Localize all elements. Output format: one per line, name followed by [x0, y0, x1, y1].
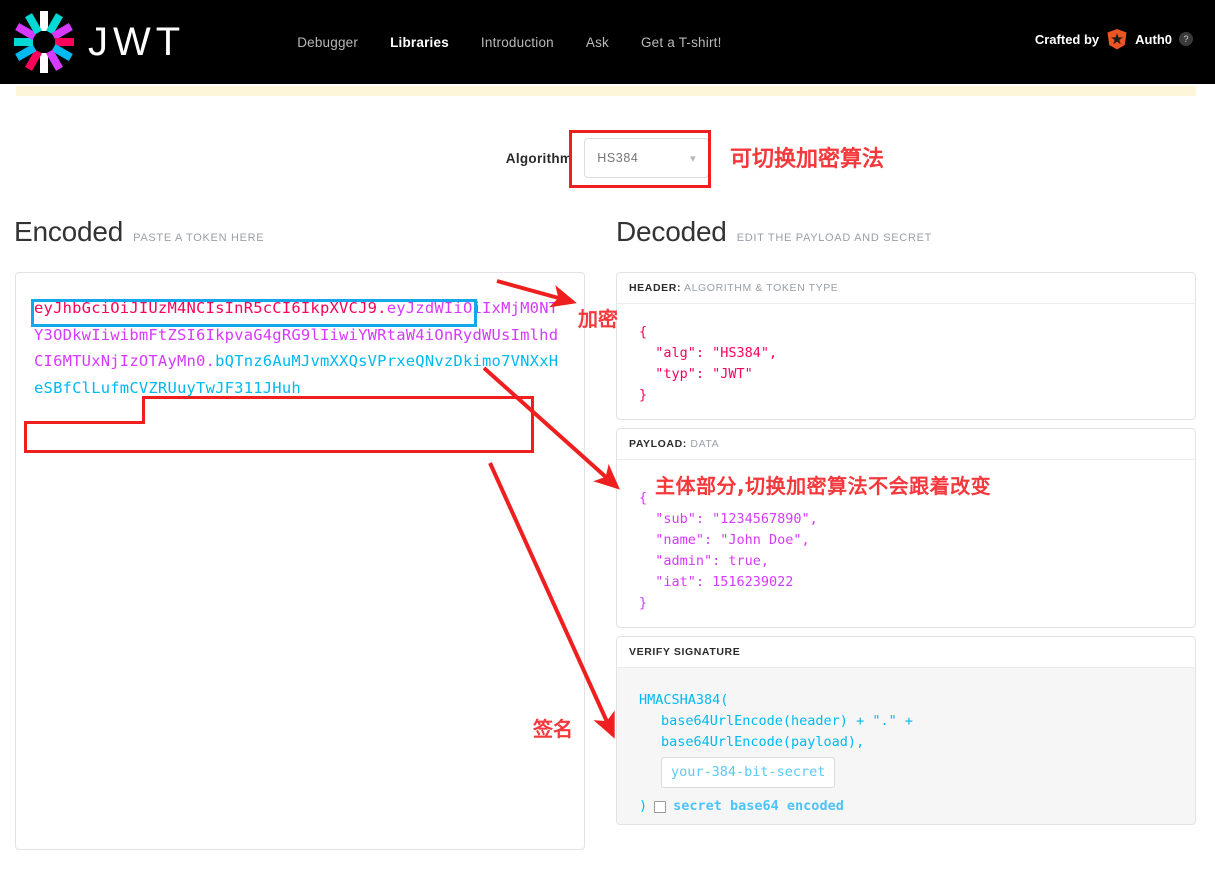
- algorithm-selected-value: HS384: [597, 151, 639, 165]
- auth0-logo-icon: [1106, 28, 1128, 50]
- decoded-header-section: HEADER: ALGORITHM & TOKEN TYPE { "alg": …: [616, 272, 1196, 420]
- encoded-token-input[interactable]: eyJhbGciOiJIUzM4NCIsInR5cCI6IkpXVCJ9.eyJ…: [15, 272, 585, 850]
- secret-input[interactable]: your-384-bit-secret: [661, 757, 836, 788]
- jwt-wordmark: JWT: [88, 20, 186, 64]
- encoded-section-title: Encoded PASTE A TOKEN HERE: [14, 216, 264, 248]
- decoded-payload-sublabel: DATA: [690, 438, 720, 450]
- annotation-text-payload: 主体部分,切换加密算法不会跟着改变: [655, 474, 992, 498]
- decoded-payload-label: PAYLOAD:: [629, 438, 687, 450]
- token-header-segment: eyJhbGciOiJIUzM4NCIsInR5cCI6IkpXVCJ9: [34, 299, 378, 317]
- auth0-label: Auth0: [1135, 31, 1172, 47]
- crafted-by-auth0[interactable]: Crafted by Auth0 ?: [1035, 28, 1193, 50]
- annotation-text-encrypt: 加密: [578, 307, 618, 331]
- nav-item-debugger[interactable]: Debugger: [297, 35, 358, 50]
- algorithm-label: Algorithm: [505, 150, 573, 166]
- brand-logo[interactable]: JWT: [13, 11, 186, 73]
- main-navigation: Debugger Libraries Introduction Ask Get …: [297, 35, 721, 50]
- decoded-signature-label-row: VERIFY SIGNATURE: [617, 637, 1195, 668]
- encoded-heading: Encoded: [14, 216, 124, 247]
- decoded-header-label: HEADER:: [629, 282, 682, 294]
- base64-encoded-checkbox[interactable]: [654, 800, 667, 813]
- algorithm-select[interactable]: HS384 ▾: [584, 138, 710, 178]
- nav-item-ask[interactable]: Ask: [586, 35, 609, 50]
- decoded-payload-section: PAYLOAD: DATA { "sub": "1234567890", "na…: [616, 428, 1196, 628]
- nav-item-libraries[interactable]: Libraries: [390, 35, 449, 50]
- signature-footer-row: ) secret base64 encoded: [639, 796, 1173, 817]
- encoded-subheading: PASTE A TOKEN HERE: [133, 232, 265, 244]
- jwt-token-text: eyJhbGciOiJIUzM4NCIsInR5cCI6IkpXVCJ9.eyJ…: [34, 295, 566, 401]
- signature-line-3: base64UrlEncode(payload),: [661, 734, 865, 750]
- decoded-section-title: Decoded EDIT THE PAYLOAD AND SECRET: [616, 216, 932, 248]
- decoded-header-json[interactable]: { "alg": "HS384", "typ": "JWT" }: [617, 304, 1195, 419]
- decoded-payload-label-row: PAYLOAD: DATA: [617, 429, 1195, 460]
- annotation-text-signature: 签名: [533, 717, 573, 741]
- algorithm-row: Algorithm HS384 ▾: [0, 138, 1215, 178]
- notice-strip: [16, 86, 1196, 96]
- annotation-text-algorithm: 可切换加密算法: [730, 147, 885, 172]
- decoded-header-sublabel: ALGORITHM & TOKEN TYPE: [684, 282, 839, 294]
- decoded-signature-label: VERIFY SIGNATURE: [629, 646, 741, 658]
- top-header-bar: JWT Debugger Libraries Introduction Ask …: [0, 0, 1215, 84]
- decoded-header-label-row: HEADER: ALGORITHM & TOKEN TYPE: [617, 273, 1195, 304]
- decoded-signature-body: HMACSHA384( base64UrlEncode(header) + "."…: [617, 668, 1195, 824]
- crafted-by-label: Crafted by: [1034, 31, 1100, 47]
- signature-line-1: HMACSHA384(: [639, 692, 729, 708]
- question-mark-icon[interactable]: ?: [1179, 32, 1193, 46]
- token-separator-2: .: [205, 352, 216, 371]
- close-paren: ): [639, 798, 648, 814]
- decoded-heading: Decoded: [616, 216, 727, 247]
- chevron-down-icon: ▾: [690, 152, 697, 165]
- decoded-signature-section: VERIFY SIGNATURE HMACSHA384( base64UrlEnc…: [616, 636, 1196, 825]
- base64-encoded-label: secret base64 encoded: [673, 798, 844, 814]
- nav-item-introduction[interactable]: Introduction: [481, 35, 554, 50]
- signature-line-2: base64UrlEncode(header) + "." +: [661, 713, 913, 729]
- nav-item-get-a-tshirt[interactable]: Get a T-shirt!: [641, 35, 722, 50]
- token-separator-1: .: [377, 299, 387, 317]
- decoded-subheading: EDIT THE PAYLOAD AND SECRET: [736, 232, 933, 244]
- jwt-starburst-icon: [13, 11, 75, 73]
- decoded-panel: HEADER: ALGORITHM & TOKEN TYPE { "alg": …: [616, 272, 1196, 833]
